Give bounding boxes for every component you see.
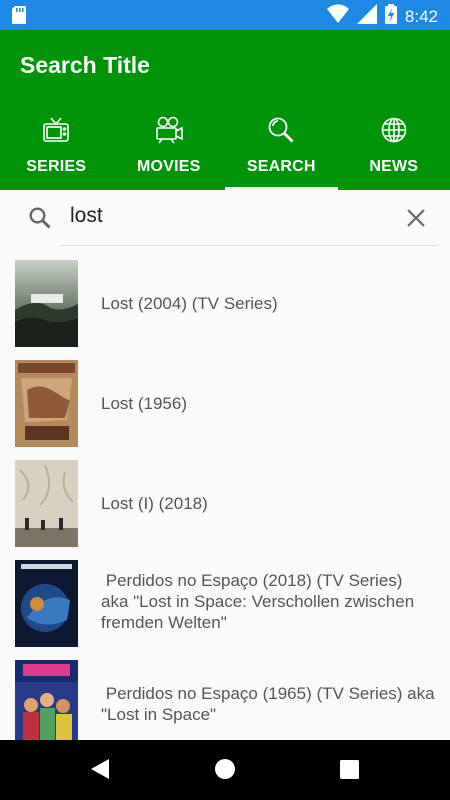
result-title: Lost (2004) (TV Series) [101,294,278,313]
home-button[interactable] [214,758,236,785]
search-icon [28,206,52,235]
poster-image [15,460,78,547]
search-input[interactable]: lost [70,204,103,228]
recents-button[interactable] [340,760,359,784]
result-title: Lost (1956) [101,394,187,413]
status-bar: 8:42 [0,0,450,30]
clock: 8:42 [404,6,438,26]
back-button[interactable] [90,758,110,785]
tab-bar: SERIES MOVIES SEARCH NEWS [0,110,450,190]
result-title: Perdidos no Espaço (1965) (TV Series) ak… [101,684,435,724]
movie-camera-icon [154,116,184,144]
tab-series[interactable]: SERIES [0,110,113,190]
poster-image [15,560,78,647]
tv-icon [42,116,70,144]
clear-search-button[interactable] [406,208,426,233]
result-title: Lost (I) (2018) [101,494,208,513]
list-item[interactable]: Lost (I) (2018) [0,457,450,547]
magnifier-icon [267,116,295,144]
result-title: Perdidos no Espaço (2018) (TV Series) ak… [101,571,415,632]
wifi-icon [326,4,349,29]
navigation-bar [0,740,450,800]
list-item[interactable]: Lost (1956) [0,357,450,447]
tab-label: MOVIES [137,158,201,175]
tab-movies[interactable]: MOVIES [113,110,226,190]
tab-search[interactable]: SEARCH [225,110,338,190]
app-bar: Search Title SERIES MOVIES SEARCH NEWS [0,30,450,190]
poster-image [15,360,78,447]
page-title: Search Title [20,52,150,78]
tab-label: SERIES [26,158,87,175]
tab-news[interactable]: NEWS [338,110,450,190]
search-underline [60,245,438,246]
poster-image [15,660,78,747]
sd-card-icon [12,6,26,29]
signal-icon [356,4,377,29]
list-item[interactable]: Perdidos no Espaço (2018) (TV Series) ak… [0,557,450,647]
tab-label: NEWS [369,158,419,175]
battery-charging-icon [384,4,397,29]
list-item[interactable]: Lost (2004) (TV Series) [0,257,450,347]
poster-image [15,260,78,347]
search-bar: lost [0,190,450,246]
globe-icon [381,116,407,144]
list-item[interactable]: Perdidos no Espaço (1965) (TV Series) ak… [0,657,450,747]
tab-label: SEARCH [246,158,316,175]
